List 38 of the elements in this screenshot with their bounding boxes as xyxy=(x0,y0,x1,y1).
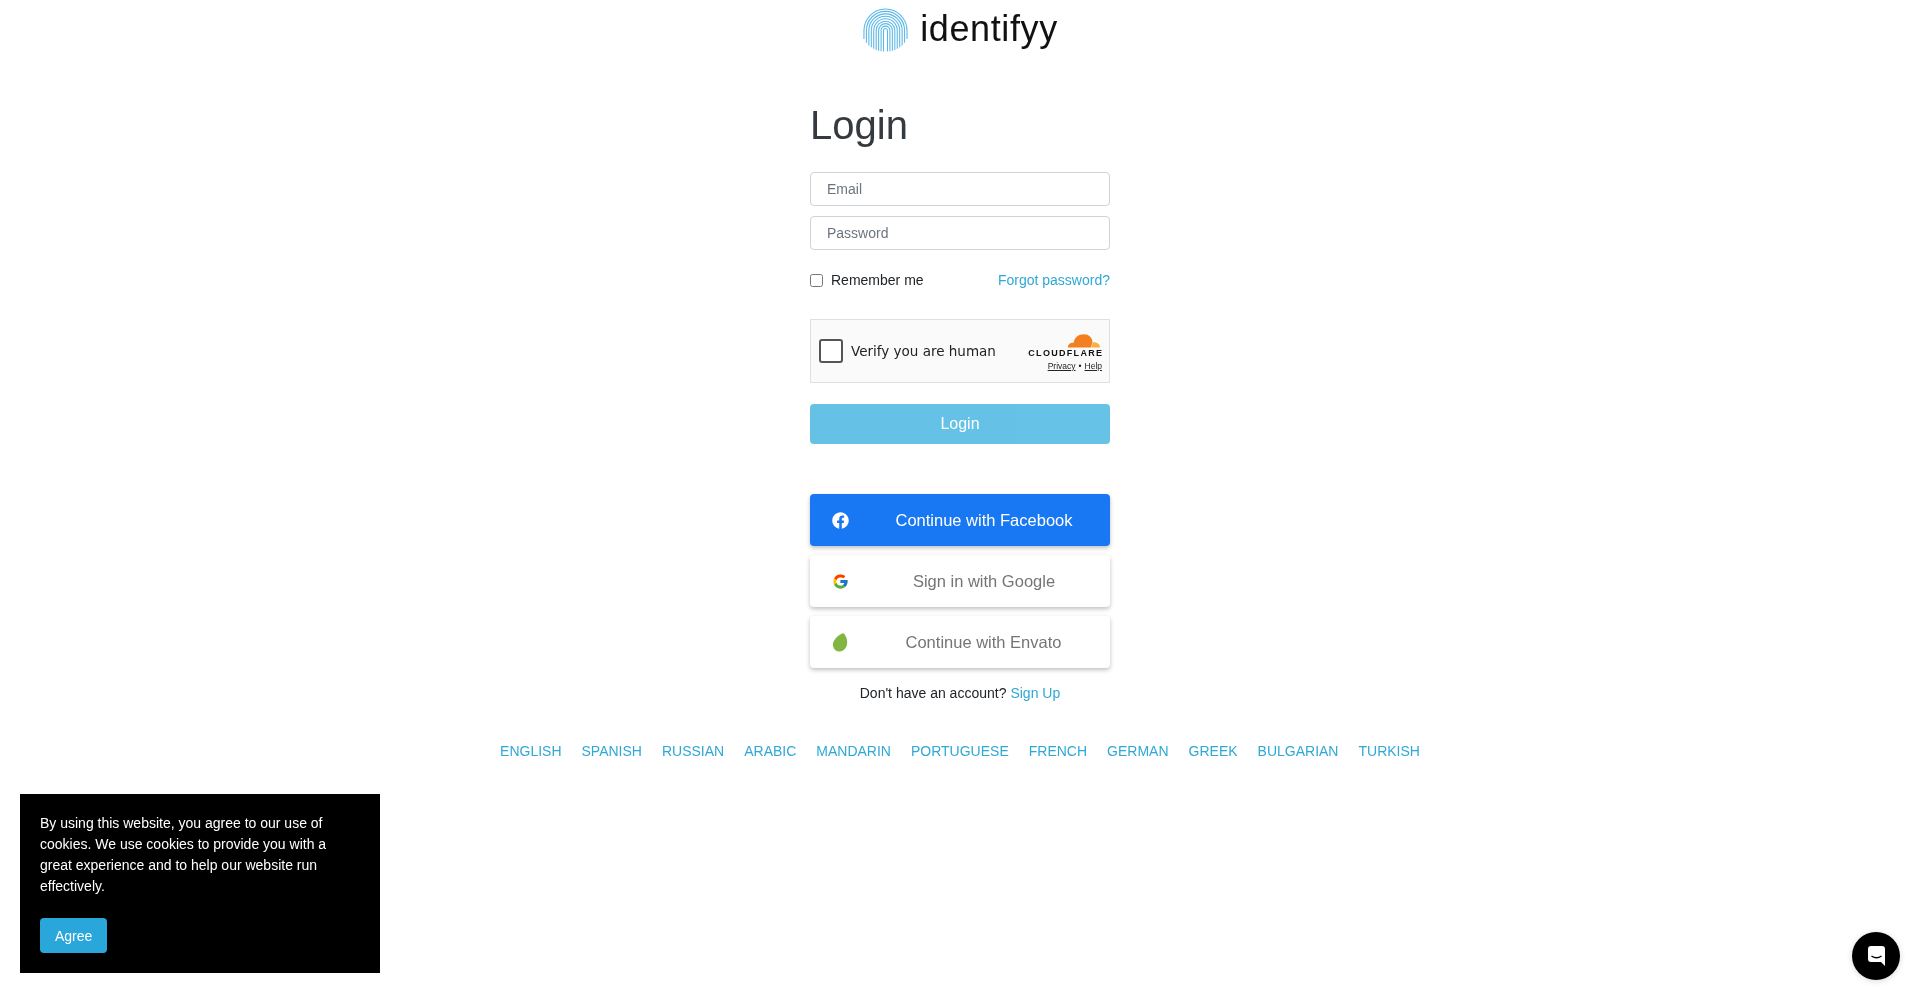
language-link[interactable]: BULGARIAN xyxy=(1257,741,1339,761)
page-title: Login xyxy=(810,102,908,149)
language-link[interactable]: SPANISH xyxy=(581,741,642,761)
help-link[interactable]: Help xyxy=(1084,360,1102,371)
language-link[interactable]: PORTUGUESE xyxy=(911,741,1009,761)
facebook-login-button[interactable]: Continue with Facebook xyxy=(810,494,1110,546)
chat-launcher-button[interactable] xyxy=(1852,932,1900,980)
privacy-link[interactable]: Privacy xyxy=(1047,360,1076,371)
email-field[interactable]: Email xyxy=(810,172,1110,206)
envato-login-button[interactable]: Continue with Envato xyxy=(810,616,1110,668)
forgot-password-link[interactable]: Forgot password? xyxy=(997,270,1110,290)
facebook-icon xyxy=(832,511,849,529)
cookie-message: By using this website, you agree to our use of cookies. We use cookies to provide you with a great experience and to help our website run effectively. xyxy=(40,814,328,896)
leaf-icon xyxy=(832,632,848,652)
language-link[interactable]: ARABIC xyxy=(744,741,797,761)
logo-wordmark: identifyy xyxy=(920,10,1058,51)
remember-me-label: Remember me xyxy=(831,271,924,290)
verify-checkbox[interactable] xyxy=(819,339,843,363)
link-separator: • xyxy=(1078,360,1082,371)
language-link[interactable]: ENGLISH xyxy=(500,741,562,761)
signup-link[interactable]: Sign Up xyxy=(1010,683,1061,703)
google-icon xyxy=(832,572,849,590)
language-link[interactable]: RUSSIAN xyxy=(661,741,725,761)
language-link[interactable]: FRENCH xyxy=(1028,741,1088,761)
chat-bubble-icon xyxy=(1867,946,1885,966)
fingerprint-icon xyxy=(862,7,910,54)
language-link[interactable]: GREEK xyxy=(1188,741,1238,761)
verify-label: Verify you are human xyxy=(851,343,996,359)
cloud-icon xyxy=(1066,331,1102,348)
signup-prompt: Don't have an account? xyxy=(859,684,1007,703)
agree-button[interactable]: Agree xyxy=(40,918,108,953)
language-link[interactable]: GERMAN xyxy=(1107,741,1169,761)
language-link[interactable]: TURKISH xyxy=(1358,741,1420,761)
google-login-button[interactable]: Sign in with Google xyxy=(810,555,1110,607)
language-link[interactable]: MANDARIN xyxy=(816,741,891,761)
cloudflare-wordmark: CLOUDFLARE xyxy=(1028,347,1104,358)
password-field[interactable]: Password xyxy=(810,216,1110,250)
remember-me-checkbox[interactable] xyxy=(810,273,823,287)
